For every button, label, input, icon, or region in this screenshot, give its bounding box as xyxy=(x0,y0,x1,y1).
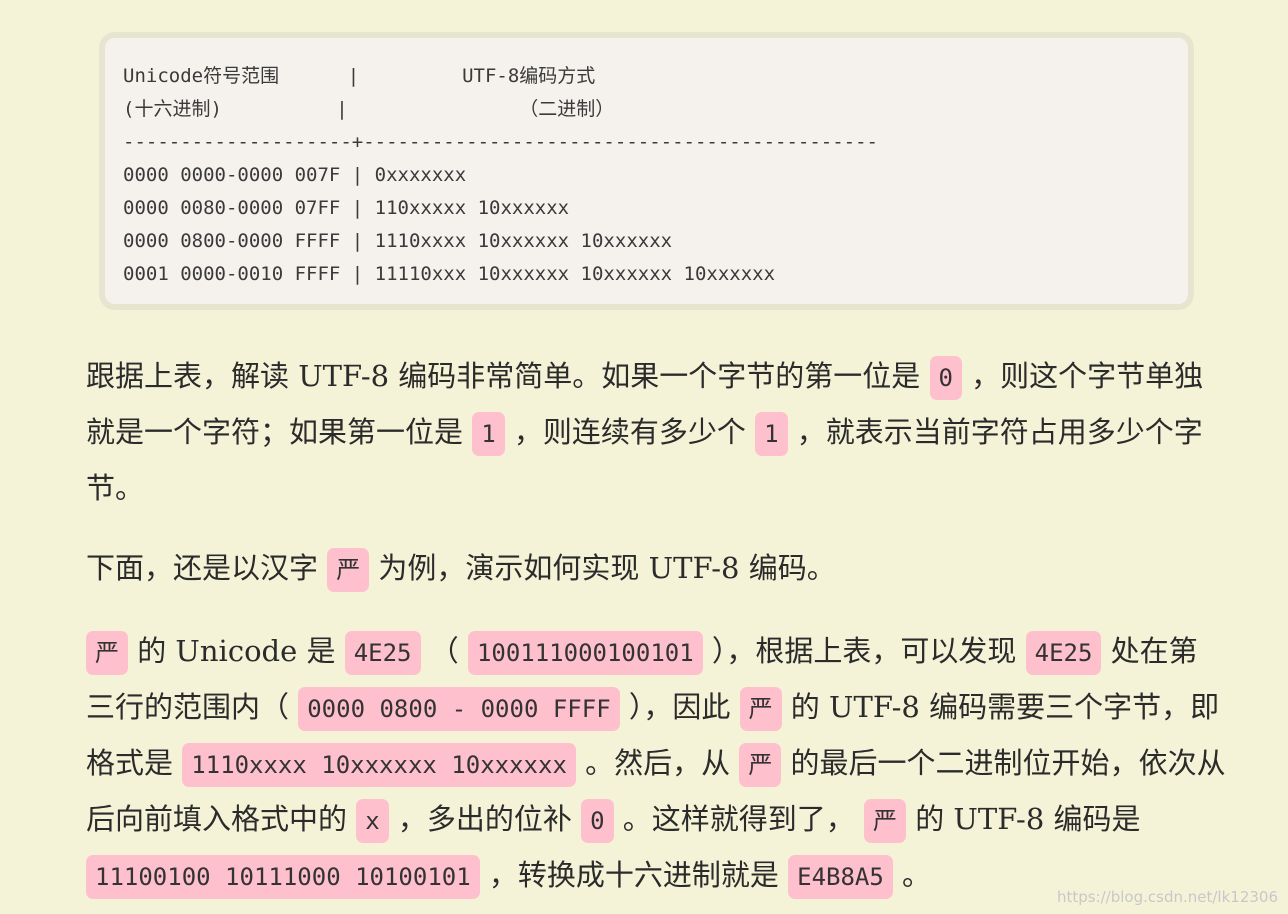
text: 为例，演示如何实现 UTF-8 编码。 xyxy=(369,551,836,585)
inline-code: 严 xyxy=(327,548,370,592)
inline-code: 0000 0800 - 0000 FFFF xyxy=(298,687,620,731)
text: 。这样就得到了， xyxy=(613,802,864,836)
text: ），因此 xyxy=(619,690,740,724)
inline-code: 1 xyxy=(472,412,505,456)
inline-code: 4E25 xyxy=(1025,631,1102,675)
code-line: 0001 0000-0010 FFFF | 11110xxx 10xxxxxx … xyxy=(123,263,776,285)
text: 的 UTF-8 编码是 xyxy=(906,802,1141,836)
text: 。然后，从 xyxy=(575,746,740,780)
text: ，多出的位补 xyxy=(388,802,582,836)
paragraph-example-walkthrough: 严 的 Unicode 是 4E25 （ 100111000100101 ），根… xyxy=(86,624,1226,904)
paragraph-utf8-rules: 跟据上表，解读 UTF-8 编码非常简单。如果一个字节的第一位是 0 ，则这个字… xyxy=(86,349,1226,515)
inline-code: E4B8A5 xyxy=(788,855,893,899)
inline-code: 严 xyxy=(864,799,906,843)
code-line: --------------------+-------------------… xyxy=(123,131,878,153)
code-table: Unicode符号范围 | UTF-8编码方式 (十六进制) | （二进制） ---… xyxy=(105,38,1188,291)
text: ），根据上表，可以发现 xyxy=(702,634,1026,668)
watermark: https://blog.csdn.net/lk12306 xyxy=(1056,888,1278,906)
text: ，转换成十六进制就是 xyxy=(479,858,789,892)
code-block: Unicode符号范围 | UTF-8编码方式 (十六进制) | （二进制） ---… xyxy=(99,32,1194,310)
inline-code: 100111000100101 xyxy=(467,631,703,675)
inline-code: 严 xyxy=(739,743,782,787)
inline-code: x xyxy=(356,799,389,843)
text: 。 xyxy=(892,858,932,892)
text: 下面，还是以汉字 xyxy=(86,551,328,585)
code-line: 0000 0080-0000 07FF | 110xxxxx 10xxxxxx xyxy=(123,197,570,219)
inline-code: 严 xyxy=(739,687,782,731)
text: （ xyxy=(420,634,468,668)
code-line: 0000 0800-0000 FFFF | 1110xxxx 10xxxxxx … xyxy=(123,230,673,252)
inline-code: 严 xyxy=(86,631,128,675)
inline-code: 1 xyxy=(755,412,788,456)
code-line: Unicode符号范围 | UTF-8编码方式 xyxy=(123,65,596,87)
inline-code: 0 xyxy=(929,356,962,400)
inline-code: 0 xyxy=(581,799,614,843)
paragraph-example-intro: 下面，还是以汉字 严 为例，演示如何实现 UTF-8 编码。 xyxy=(86,541,1226,597)
inline-code: 1110xxxx 10xxxxxx 10xxxxxx xyxy=(182,743,576,787)
text: 的 Unicode 是 xyxy=(128,634,345,668)
text: 跟据上表，解读 UTF-8 编码非常简单。如果一个字节的第一位是 xyxy=(86,359,930,393)
inline-code: 11100100 10111000 10100101 xyxy=(86,855,480,899)
code-line: 0000 0000-0000 007F | 0xxxxxxx xyxy=(123,164,467,186)
inline-code: 4E25 xyxy=(344,631,421,675)
text: ，则连续有多少个 xyxy=(504,415,756,449)
code-line: (十六进制) | （二进制） xyxy=(123,98,615,120)
